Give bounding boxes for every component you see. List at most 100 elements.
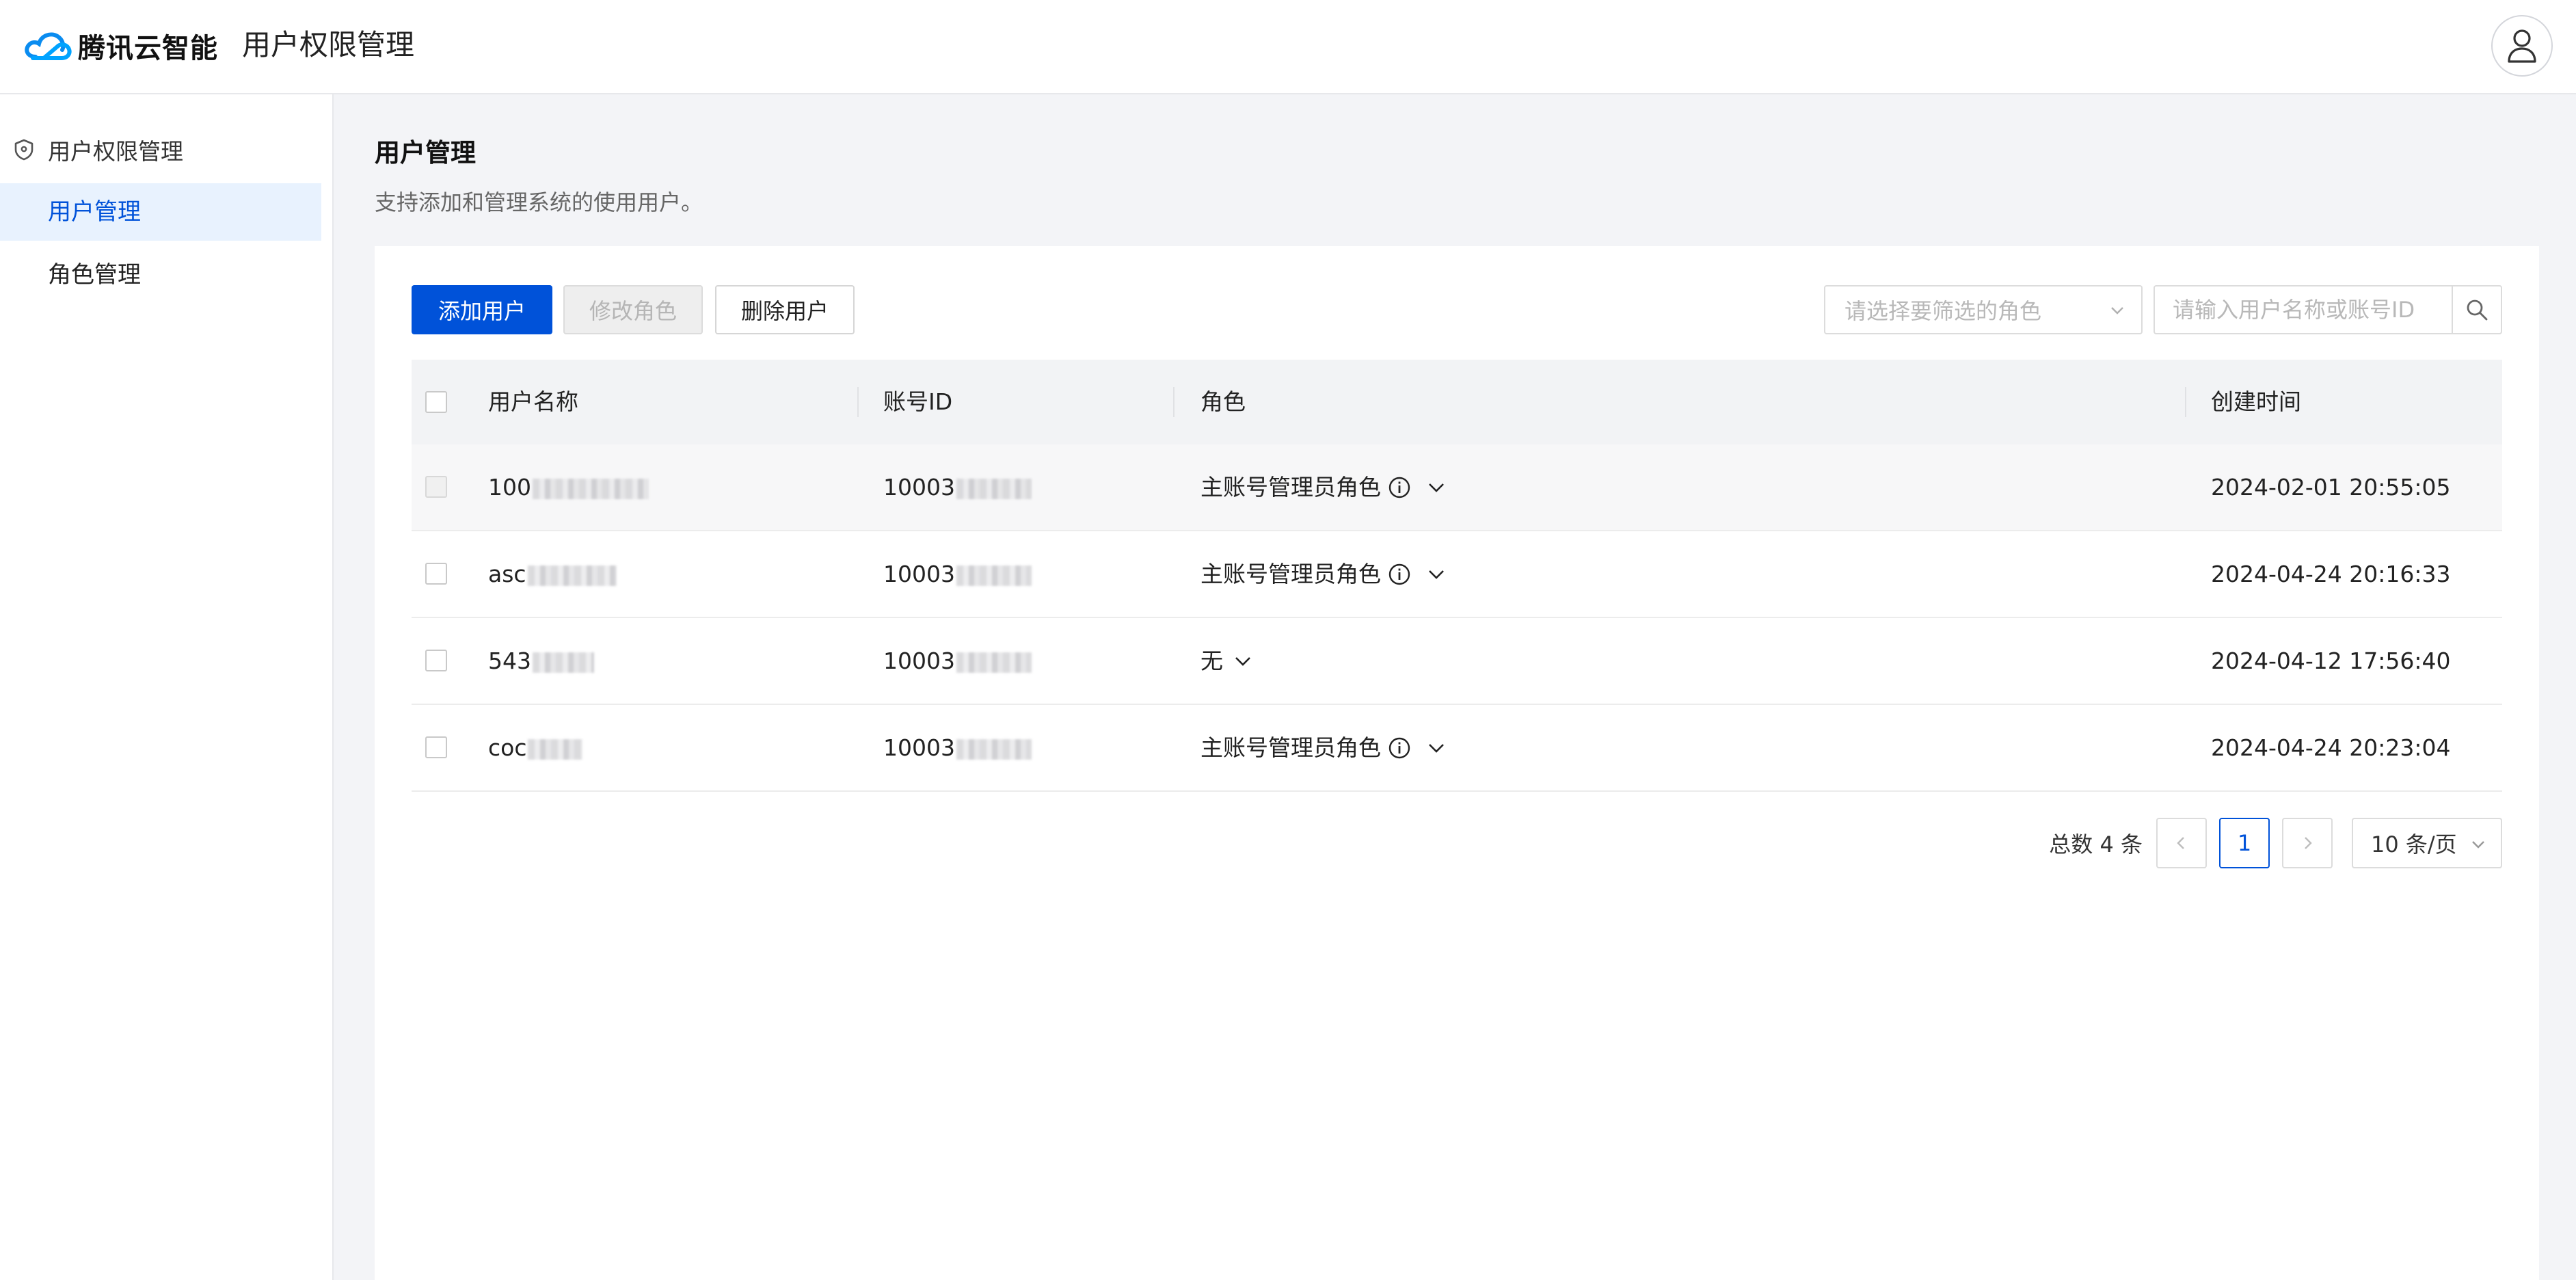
role-dropdown[interactable]: 主账号管理员角色: [1200, 444, 1447, 530]
table-row[interactable]: coc 10003 主账号管理员角色 2024-04-24 20:23:04: [412, 705, 2502, 792]
info-icon[interactable]: [1388, 736, 1411, 760]
search-box: [2154, 285, 2502, 334]
brand[interactable]: 腾讯云智能: [21, 22, 218, 70]
row-checkbox[interactable]: [425, 563, 447, 585]
shield-icon: [14, 139, 33, 161]
page-number-button[interactable]: 1: [2219, 818, 2270, 868]
row-checkbox[interactable]: [425, 650, 447, 671]
sidebar-item-role-management[interactable]: 角色管理: [0, 246, 321, 304]
page-size-text: 10 条/页: [2371, 831, 2457, 857]
page-title: 用户管理: [375, 138, 476, 168]
redacted-mask: [956, 478, 1032, 499]
info-icon[interactable]: [1388, 563, 1411, 586]
role-dropdown[interactable]: 无: [1200, 618, 1253, 704]
redacted-mask: [533, 652, 594, 673]
role-dropdown[interactable]: 主账号管理员角色: [1200, 705, 1447, 790]
redacted-mask: [956, 652, 1032, 673]
table-row[interactable]: 100 10003 主账号管理员角色 2024-02-01 20:55:05: [412, 444, 2502, 531]
redacted-mask: [528, 738, 583, 760]
main-card: 添加用户 修改角色 删除用户 请选择要筛选的角色 用户名称 账号ID 角色 创建…: [375, 246, 2539, 1280]
username-cell: 543: [488, 618, 594, 704]
account-id-text: 10003: [883, 734, 955, 761]
chevron-down-icon: [2472, 841, 2484, 849]
chevron-right-icon: [2305, 837, 2312, 849]
role-cell: 无: [1200, 618, 1253, 704]
page-size-select[interactable]: 10 条/页: [2352, 818, 2502, 868]
account-id-cell: 10003: [883, 444, 1032, 530]
add-user-button[interactable]: 添加用户: [412, 285, 552, 334]
username-text: 543: [488, 648, 531, 674]
column-header-created-time: 创建时间: [2211, 388, 2301, 415]
redacted-mask: [533, 478, 649, 499]
table-row[interactable]: asc 10003 主账号管理员角色 2024-04-24 20:16:33: [412, 531, 2502, 618]
username-cell: asc: [488, 531, 617, 617]
table-header: 用户名称 账号ID 角色 创建时间: [412, 360, 2502, 444]
sidebar-group-label: 用户权限管理: [48, 138, 183, 165]
column-header-account-id: 账号ID: [883, 388, 953, 415]
account-id-cell: 10003: [883, 531, 1032, 617]
pagination: 总数 4 条 1 10 条/页: [2049, 818, 2502, 868]
sidebar-item-user-management[interactable]: 用户管理: [0, 183, 321, 241]
redacted-mask: [527, 565, 617, 586]
prev-page-button[interactable]: [2156, 818, 2207, 868]
user-avatar-button[interactable]: [2491, 15, 2553, 77]
username-text: asc: [488, 561, 526, 587]
account-id-text: 10003: [883, 561, 955, 587]
role-text: 主账号管理员角色: [1200, 734, 1381, 761]
role-filter-placeholder: 请选择要筛选的角色: [1844, 298, 2042, 324]
role-text: 主账号管理员角色: [1200, 561, 1381, 587]
account-id-text: 10003: [883, 474, 955, 501]
row-checkbox[interactable]: [425, 736, 447, 758]
created-time-cell: 2024-04-24 20:16:33: [2211, 561, 2451, 587]
column-divider: [2185, 387, 2186, 417]
edit-role-button[interactable]: 修改角色: [563, 285, 703, 334]
sidebar: 用户权限管理 用户管理 角色管理: [0, 94, 334, 1280]
role-filter-select[interactable]: 请选择要筛选的角色: [1824, 285, 2143, 334]
created-time-cell: 2024-04-24 20:23:04: [2211, 734, 2451, 761]
account-id-cell: 10003: [883, 705, 1032, 790]
chevron-down-icon[interactable]: [1426, 564, 1447, 585]
chevron-left-icon: [2177, 837, 2184, 849]
app-title: 用户权限管理: [242, 28, 415, 62]
delete-user-button[interactable]: 删除用户: [715, 285, 855, 334]
role-cell: 主账号管理员角色: [1200, 531, 1447, 617]
account-id-text: 10003: [883, 648, 955, 674]
select-all-checkbox[interactable]: [425, 391, 447, 413]
username-cell: 100: [488, 444, 649, 530]
chevron-down-icon: [2111, 307, 2123, 315]
brand-name: 腾讯云智能: [78, 33, 218, 64]
username-cell: coc: [488, 705, 583, 790]
sidebar-group-permissions[interactable]: 用户权限管理: [12, 129, 183, 171]
column-divider: [1173, 387, 1175, 417]
redacted-mask: [956, 738, 1032, 760]
row-checkbox[interactable]: [425, 476, 447, 498]
role-cell: 主账号管理员角色: [1200, 444, 1447, 530]
account-id-cell: 10003: [883, 618, 1032, 704]
user-icon: [2508, 29, 2536, 63]
search-icon: [2467, 299, 2488, 321]
created-time-cell: 2024-04-12 17:56:40: [2211, 648, 2451, 674]
chevron-down-icon[interactable]: [1426, 738, 1447, 758]
tencent-cloud-logo-icon: [25, 32, 72, 60]
info-icon[interactable]: [1388, 476, 1411, 499]
table-row[interactable]: 543 10003 无 2024-04-12 17:56:40: [412, 618, 2502, 705]
chevron-down-icon[interactable]: [1233, 651, 1253, 671]
search-button[interactable]: [2452, 286, 2501, 333]
page-description: 支持添加和管理系统的使用用户。: [375, 189, 703, 215]
top-header: 腾讯云智能 用户权限管理: [0, 0, 2576, 94]
column-header-role: 角色: [1200, 388, 1246, 415]
username-text: 100: [488, 474, 531, 501]
search-input[interactable]: [2155, 287, 2449, 332]
total-count: 总数 4 条: [2049, 831, 2143, 857]
column-divider: [857, 387, 859, 417]
column-header-username: 用户名称: [488, 388, 578, 415]
redacted-mask: [956, 565, 1032, 586]
role-cell: 主账号管理员角色: [1200, 705, 1447, 790]
role-dropdown[interactable]: 主账号管理员角色: [1200, 531, 1447, 617]
username-text: coc: [488, 734, 527, 761]
next-page-button[interactable]: [2282, 818, 2333, 868]
role-text: 无: [1200, 648, 1223, 674]
user-table: 用户名称 账号ID 角色 创建时间 100 10003 主账号管理员角色 202…: [412, 360, 2502, 792]
chevron-down-icon[interactable]: [1426, 477, 1447, 498]
created-time-cell: 2024-02-01 20:55:05: [2211, 474, 2451, 501]
